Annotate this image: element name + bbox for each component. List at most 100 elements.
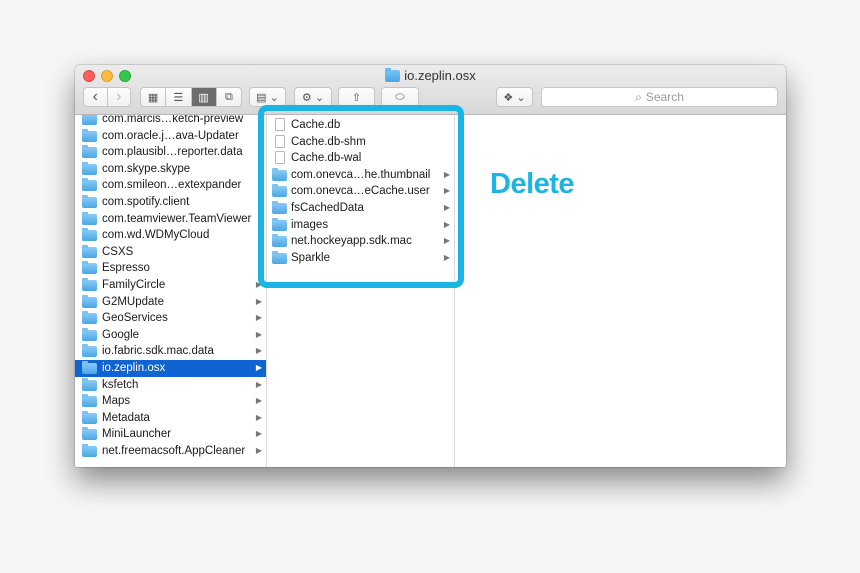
chevron-left-icon: ‹ <box>92 88 98 105</box>
folder-icon <box>82 128 97 142</box>
disclosure-arrow-icon: ▶ <box>255 362 262 372</box>
file-name: Espresso <box>102 262 150 275</box>
list-icon: ☰ <box>173 91 184 104</box>
arrange-icon: ▤ ⌄ <box>256 91 279 104</box>
file-row[interactable]: Google ▶ <box>75 327 266 344</box>
file-row[interactable]: com.wd.WDMyCloud <box>75 227 266 244</box>
file-name: Maps <box>102 395 131 408</box>
folder-icon <box>385 68 401 82</box>
file-row[interactable]: com.plausibl…reporter.data <box>75 144 266 161</box>
file-row[interactable]: com.skype.skype <box>75 161 266 178</box>
coverflow-view-button[interactable]: ⧉ <box>217 88 241 106</box>
file-row[interactable]: com.marcis…ketch-preview <box>75 115 266 128</box>
file-name: com.oracle.j…ava-Updater <box>102 129 239 142</box>
file-row[interactable]: Espresso <box>75 260 266 277</box>
gear-icon: ⚙ ⌄ <box>301 91 325 104</box>
search-placeholder: Search <box>645 90 684 104</box>
disclosure-arrow-icon: ▶ <box>255 346 262 356</box>
folder-icon <box>82 115 97 125</box>
file-row[interactable]: GeoServices ▶ <box>75 310 266 327</box>
folder-icon <box>82 311 97 325</box>
file-name: com.smileon…extexpander <box>102 179 242 192</box>
disclosure-arrow-icon: ▶ <box>255 445 262 455</box>
share-icon: ⇧ <box>351 91 362 104</box>
dropbox-button[interactable]: ❖ ⌄ <box>496 87 533 107</box>
tag-icon: ⬭ <box>395 90 405 103</box>
file-name: MiniLauncher <box>102 428 172 441</box>
folder-icon <box>82 261 97 275</box>
grid-icon: ▦ <box>147 91 159 104</box>
file-row[interactable]: com.spotify.client <box>75 194 266 211</box>
delete-annotation: Delete <box>490 168 575 200</box>
file-name: ksfetch <box>102 378 139 391</box>
file-name: com.teamviewer.TeamViewer <box>102 212 252 225</box>
disclosure-arrow-icon: ▶ <box>255 296 262 306</box>
file-name: com.spotify.client <box>102 195 190 208</box>
file-name: com.marcis…ketch-preview <box>102 115 244 125</box>
file-row[interactable]: ksfetch ▶ <box>75 377 266 394</box>
file-row[interactable]: com.teamviewer.TeamViewer <box>75 211 266 228</box>
search-input[interactable]: ⌕ Search <box>541 87 778 107</box>
folder-icon <box>82 244 97 258</box>
file-name: com.skype.skype <box>102 162 191 175</box>
file-row[interactable]: net.freemacsoft.AppCleaner ▶ <box>75 443 266 460</box>
folder-icon <box>82 443 97 457</box>
folder-icon <box>82 228 97 242</box>
file-name: net.freemacsoft.AppCleaner <box>102 444 246 457</box>
folder-icon <box>82 410 97 424</box>
folder-icon <box>82 161 97 175</box>
file-row[interactable]: io.zeplin.osx ▶ <box>75 359 266 377</box>
file-name: com.wd.WDMyCloud <box>102 229 210 242</box>
folder-icon <box>82 344 97 358</box>
view-mode-selector: ▦ ☰ ▥ ⧉ <box>140 87 242 107</box>
columns-icon: ▥ <box>198 91 209 104</box>
disclosure-arrow-icon: ▶ <box>255 412 262 422</box>
file-row[interactable]: Maps ▶ <box>75 393 266 410</box>
disclosure-arrow-icon: ▶ <box>255 379 262 389</box>
share-button[interactable]: ⇧ <box>338 87 375 107</box>
file-row[interactable]: Metadata ▶ <box>75 410 266 427</box>
nav-buttons: ‹ › <box>83 87 131 107</box>
file-row[interactable]: MiniLauncher ▶ <box>75 426 266 443</box>
file-row[interactable]: G2MUpdate ▶ <box>75 294 266 311</box>
window-title: io.zeplin.osx <box>75 68 786 84</box>
dropbox-icon: ❖ ⌄ <box>503 91 526 104</box>
folder-icon <box>82 360 97 374</box>
folder-icon <box>82 377 97 391</box>
folder-icon <box>82 427 97 441</box>
file-row[interactable]: io.fabric.sdk.mac.data ▶ <box>75 343 266 360</box>
action-button[interactable]: ⚙ ⌄ <box>294 87 332 107</box>
file-name: CSXS <box>102 245 134 258</box>
highlight-box <box>258 105 464 288</box>
disclosure-arrow-icon: ▶ <box>255 396 262 406</box>
back-button[interactable]: ‹ <box>84 88 108 106</box>
chevron-right-icon: › <box>116 88 122 105</box>
folder-icon <box>82 277 97 291</box>
file-name: GeoServices <box>102 312 168 325</box>
folder-icon <box>82 145 97 159</box>
folder-icon <box>82 194 97 208</box>
coverflow-icon: ⧉ <box>224 90 233 103</box>
folder-icon <box>82 327 97 341</box>
icon-view-button[interactable]: ▦ <box>141 88 167 106</box>
file-name: io.fabric.sdk.mac.data <box>102 345 214 358</box>
file-row[interactable]: com.smileon…extexpander <box>75 177 266 194</box>
folder-icon <box>82 294 97 308</box>
tag-button[interactable]: ⬭ <box>381 87 419 107</box>
column-view-button[interactable]: ▥ <box>191 88 217 106</box>
disclosure-arrow-icon: ▶ <box>255 313 262 323</box>
file-name: Google <box>102 328 140 341</box>
file-name: G2MUpdate <box>102 295 165 308</box>
list-view-button[interactable]: ☰ <box>166 88 192 106</box>
file-row[interactable]: com.oracle.j…ava-Updater <box>75 128 266 145</box>
file-name: com.plausibl…reporter.data <box>102 146 243 159</box>
folder-icon <box>82 394 97 408</box>
column-library[interactable]: com.marcis…ketch-preview com.oracle.j…ava… <box>75 115 267 467</box>
file-name: FamilyCircle <box>102 278 166 291</box>
forward-button[interactable]: › <box>108 88 131 106</box>
window-title-text: io.zeplin.osx <box>404 68 476 83</box>
file-row[interactable]: CSXS <box>75 244 266 261</box>
file-row[interactable]: FamilyCircle ▶ <box>75 277 266 294</box>
search-icon: ⌕ <box>635 89 642 104</box>
arrange-button[interactable]: ▤ ⌄ <box>249 87 286 107</box>
